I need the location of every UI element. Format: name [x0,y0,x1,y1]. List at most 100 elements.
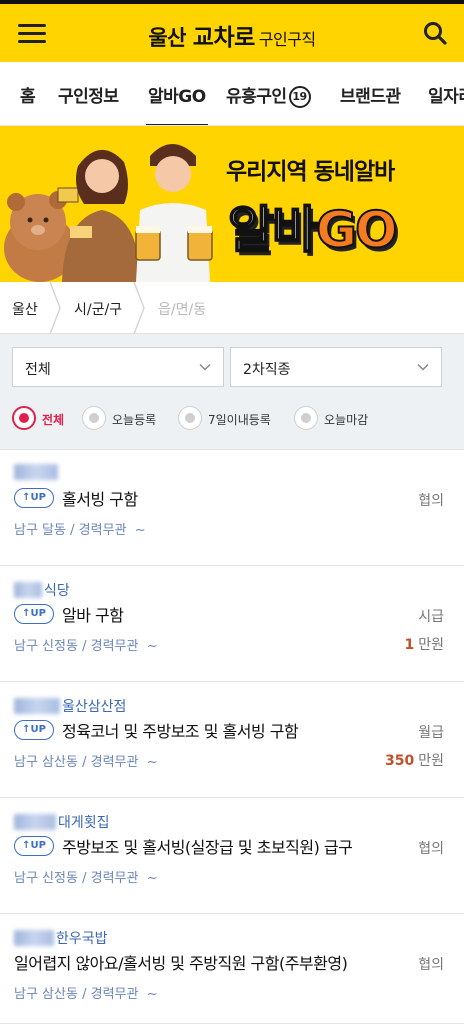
subcategory-select[interactable]: 2차직종 [230,347,442,387]
site-logo[interactable]: 울산 교차로 구인구직 [0,18,464,52]
job-pay-type: 시급 [418,609,444,625]
job-company [14,464,60,484]
main-tabs: 홈 구인정보 알바GO 유흥구인19 브랜드관 일자리 [0,62,464,126]
filter-panel: 전체 2차직종 전체 오늘등록 7일이내등록 오늘마감 [0,334,464,450]
age-19-badge: 19 [288,86,311,108]
location-city[interactable]: 울산 [12,299,38,319]
up-badge: ↑UP [14,488,54,508]
meta-separator: / [82,639,87,654]
up-badge-label: UP [30,492,46,503]
tab-jobs-more[interactable]: 일자리 [428,82,464,107]
blurred-company-name [14,698,60,714]
radio-unselected-icon [294,406,318,430]
job-pay-unit: 만원 [418,637,444,653]
breadcrumb-chevron-icon [133,282,145,334]
meta-more: ~ [146,871,158,886]
location-neighborhood[interactable]: 읍/면/동 [158,299,206,319]
up-badge: ↑UP [14,836,54,856]
meta-separator: / [82,871,87,886]
meta-more: ~ [146,987,158,1002]
job-pay-unit: 만원 [418,753,444,769]
tab-alba-go[interactable]: 알바GO [146,82,208,125]
location-breadcrumb: 울산 시/군/구 읍/면/동 [0,282,464,334]
radio-within-7-days-label: 7일이내등록 [208,413,271,427]
radio-unselected-icon [82,406,106,430]
job-career: 경력무관 [90,987,139,1002]
job-company-name: 식당 [44,583,70,599]
up-badge: ↑UP [14,720,54,740]
job-pay-type: 월급 [418,725,444,741]
banner-illustration [4,144,213,282]
job-location: 남구 삼산동 [14,755,78,770]
up-badge-label: UP [30,840,46,851]
job-company-name: 울산삼산점 [62,699,127,715]
search-icon[interactable] [420,18,450,48]
location-district[interactable]: 시/군/구 [74,299,122,319]
blurred-company-name [14,464,58,480]
logo-subtitle: 구인구직 [258,30,316,49]
job-list-item[interactable]: 울산삼산점 ↑UP 정육코너 및 주방보조 및 홀서빙 구함 남구 삼산동 / … [0,682,464,798]
chevron-down-icon [417,363,429,371]
top-bar: 울산 교차로 구인구직 [0,0,464,62]
job-title: 홀서빙 구함 [62,490,138,509]
meta-separator: / [82,755,87,770]
job-title: 일어렵지 않아요/홀서빙 및 주방직원 구함(주부환영) [14,954,348,973]
meta-more: ~ [146,639,158,654]
up-badge-label: UP [30,724,46,735]
job-career: 경력무관 [78,523,127,538]
radio-today-registered-label: 오늘등록 [112,413,157,427]
job-list-item[interactable]: ↑UP 홀서빙 구함 남구 달동 / 경력무관 ~ 협의 [0,450,464,566]
category-select-value: 전체 [25,362,51,378]
job-company-name: 대게횟집 [58,815,110,831]
meta-separator: / [82,987,87,1002]
job-career: 경력무관 [90,639,139,654]
job-company: 울산삼산점 [14,696,126,716]
job-meta: 남구 삼산동 / 경력무관 ~ [14,751,158,770]
job-location: 남구 달동 [14,523,66,538]
logo-region: 울산 [148,26,186,50]
radio-selected-icon [12,406,36,430]
tab-entertainment-label: 유흥구인 [226,87,287,107]
up-badge: ↑UP [14,604,54,624]
job-career: 경력무관 [90,755,139,770]
tab-home[interactable]: 홈 [20,82,36,107]
blurred-company-name [14,930,54,946]
tab-entertainment-jobs[interactable]: 유흥구인 19 [226,82,311,108]
radio-all-label: 전체 [42,413,65,427]
job-career: 경력무관 [90,871,139,886]
job-company-name: 한우국밥 [56,931,108,947]
job-company: 한우국밥 [14,928,108,948]
job-meta: 남구 신정동 / 경력무관 ~ [14,867,158,886]
meta-more: ~ [134,523,146,538]
blurred-company-name [14,582,42,598]
job-location: 남구 삼산동 [14,987,78,1002]
chevron-down-icon [199,363,211,371]
tab-brand[interactable]: 브랜드관 [340,82,401,107]
banner-title-go: GO [315,200,399,260]
job-meta: 남구 달동 / 경력무관 ~ [14,519,146,538]
meta-separator: / [70,523,75,538]
job-pay-type: 협의 [418,841,444,857]
promo-banner[interactable]: 우리지역 동네알바 알바GO [0,126,464,282]
job-pay-type: 협의 [418,493,444,509]
subcategory-select-value: 2차직종 [243,362,291,378]
job-list-item[interactable]: 식당 ↑UP 알바 구함 남구 신정동 / 경력무관 ~ 시급 1 만원 [0,566,464,682]
job-company: 식당 [14,580,70,600]
category-select[interactable]: 전체 [12,347,224,387]
meta-more: ~ [146,755,158,770]
logo-brand: 교차로 [192,25,255,51]
job-meta: 남구 신정동 / 경력무관 ~ [14,635,158,654]
job-title: 주방보조 및 홀서빙(실장급 및 초보직원) 급구 [62,838,353,857]
job-title: 정육코너 및 주방보조 및 홀서빙 구함 [62,722,299,741]
job-pay-amount: 350 만원 [385,750,444,770]
up-badge-label: UP [30,608,46,619]
tab-job-info[interactable]: 구인정보 [58,82,119,107]
job-list-item[interactable]: 한우국밥 일어렵지 않아요/홀서빙 및 주방직원 구함(주부환영) 남구 삼산동… [0,914,464,1024]
banner-title: 알바GO [227,190,399,262]
job-pay-amount: 1 만원 [404,634,444,654]
job-pay-value: 350 [385,753,415,769]
job-list-item[interactable]: 대게횟집 ↑UP 주방보조 및 홀서빙(실장급 및 초보직원) 급구 남구 신정… [0,798,464,914]
job-meta: 남구 삼산동 / 경력무관 ~ [14,983,158,1002]
radio-unselected-icon [178,406,202,430]
banner-headline: 우리지역 동네알바 [226,159,395,185]
